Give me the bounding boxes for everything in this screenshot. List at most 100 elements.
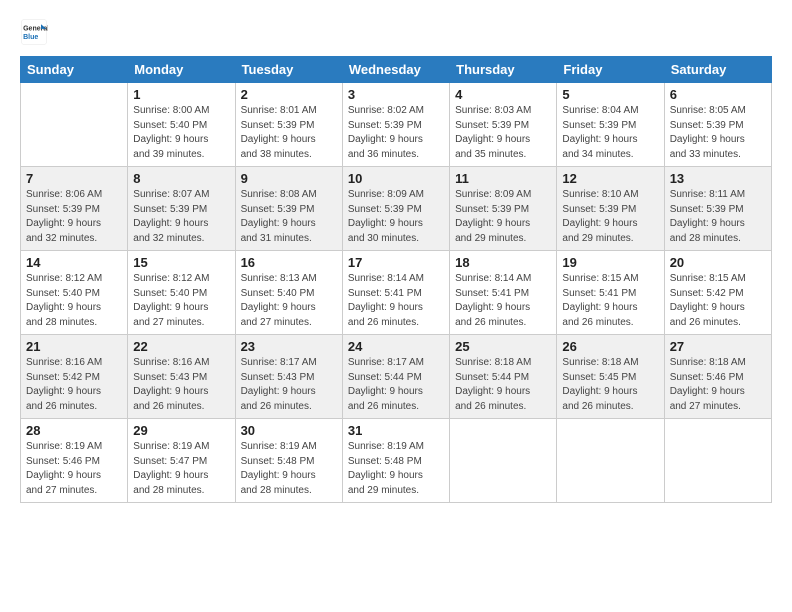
day-number: 6: [670, 87, 766, 102]
logo-icon: General Blue: [20, 18, 48, 46]
weekday-header-sunday: Sunday: [21, 57, 128, 83]
calendar-cell: 26Sunrise: 8:18 AM Sunset: 5:45 PM Dayli…: [557, 335, 664, 419]
day-number: 29: [133, 423, 229, 438]
day-number: 28: [26, 423, 122, 438]
calendar-cell: 21 Sunrise: 8:16 AM Sunset: 5:42 PM Dayli…: [21, 335, 128, 419]
day-info: Sunrise: 8:01 AM Sunset: 5:39 PM Dayligh…: [241, 104, 337, 162]
calendar-cell: 7 Sunrise: 8:06 AM Sunset: 5:39 PM Daylig…: [21, 167, 128, 251]
logo: General Blue: [20, 18, 48, 46]
weekday-header-tuesday: Tuesday: [235, 57, 342, 83]
calendar-cell: 31Sunrise: 8:19 AM Sunset: 5:48 PM Dayli…: [342, 419, 449, 503]
weekday-header-wednesday: Wednesday: [342, 57, 449, 83]
day-info: Sunrise: 8:18 AM Sunset: 5:45 PM Dayligh…: [562, 356, 658, 414]
day-info: Sunrise: 8:12 AM Sunset: 5:40 PM Dayligh…: [26, 272, 122, 330]
calendar-cell: 23 Sunrise: 8:17 AM Sunset: 5:43 PM Dayli…: [235, 335, 342, 419]
calendar-week-row: 21 Sunrise: 8:16 AM Sunset: 5:42 PM Dayli…: [21, 335, 772, 419]
day-number: 18: [455, 255, 551, 270]
day-info: Sunrise: 8:17 AM Sunset: 5:43 PM Dayligh…: [241, 356, 337, 414]
day-info: Sunrise: 8:19 AM Sunset: 5:46 PM Dayligh…: [26, 440, 122, 498]
day-number: 22: [133, 339, 229, 354]
day-info: Sunrise: 8:16 AM Sunset: 5:42 PM Dayligh…: [26, 356, 122, 414]
day-number: 8: [133, 171, 229, 186]
day-number: 9: [241, 171, 337, 186]
day-info: Sunrise: 8:14 AM Sunset: 5:41 PM Dayligh…: [348, 272, 444, 330]
calendar-cell: 2Sunrise: 8:01 AM Sunset: 5:39 PM Daylig…: [235, 83, 342, 167]
day-info: Sunrise: 8:07 AM Sunset: 5:39 PM Dayligh…: [133, 188, 229, 246]
calendar-cell: 9Sunrise: 8:08 AM Sunset: 5:39 PM Daylig…: [235, 167, 342, 251]
calendar-cell: [557, 419, 664, 503]
day-info: Sunrise: 8:02 AM Sunset: 5:39 PM Dayligh…: [348, 104, 444, 162]
calendar-header-row: SundayMondayTuesdayWednesdayThursdayFrid…: [21, 57, 772, 83]
day-number: 19: [562, 255, 658, 270]
day-info: Sunrise: 8:18 AM Sunset: 5:46 PM Dayligh…: [670, 356, 766, 414]
day-number: 7: [26, 171, 122, 186]
calendar-cell: 13Sunrise: 8:11 AM Sunset: 5:39 PM Dayli…: [664, 167, 771, 251]
calendar-cell: 18Sunrise: 8:14 AM Sunset: 5:41 PM Dayli…: [450, 251, 557, 335]
calendar-week-row: 7 Sunrise: 8:06 AM Sunset: 5:39 PM Daylig…: [21, 167, 772, 251]
calendar-cell: [664, 419, 771, 503]
day-info: Sunrise: 8:19 AM Sunset: 5:47 PM Dayligh…: [133, 440, 229, 498]
calendar-table: SundayMondayTuesdayWednesdayThursdayFrid…: [20, 56, 772, 503]
day-info: Sunrise: 8:18 AM Sunset: 5:44 PM Dayligh…: [455, 356, 551, 414]
day-number: 12: [562, 171, 658, 186]
calendar-cell: 25 Sunrise: 8:18 AM Sunset: 5:44 PM Dayli…: [450, 335, 557, 419]
day-info: Sunrise: 8:06 AM Sunset: 5:39 PM Dayligh…: [26, 188, 122, 246]
calendar-cell: 20Sunrise: 8:15 AM Sunset: 5:42 PM Dayli…: [664, 251, 771, 335]
calendar-cell: 24Sunrise: 8:17 AM Sunset: 5:44 PM Dayli…: [342, 335, 449, 419]
calendar-cell: 16 Sunrise: 8:13 AM Sunset: 5:40 PM Dayli…: [235, 251, 342, 335]
calendar-cell: [21, 83, 128, 167]
day-info: Sunrise: 8:19 AM Sunset: 5:48 PM Dayligh…: [348, 440, 444, 498]
day-number: 23: [241, 339, 337, 354]
calendar-week-row: 14 Sunrise: 8:12 AM Sunset: 5:40 PM Dayli…: [21, 251, 772, 335]
calendar-cell: 6 Sunrise: 8:05 AM Sunset: 5:39 PM Daylig…: [664, 83, 771, 167]
day-info: Sunrise: 8:05 AM Sunset: 5:39 PM Dayligh…: [670, 104, 766, 162]
calendar-cell: 15 Sunrise: 8:12 AM Sunset: 5:40 PM Dayli…: [128, 251, 235, 335]
calendar-cell: 30Sunrise: 8:19 AM Sunset: 5:48 PM Dayli…: [235, 419, 342, 503]
day-info: Sunrise: 8:15 AM Sunset: 5:41 PM Dayligh…: [562, 272, 658, 330]
day-info: Sunrise: 8:12 AM Sunset: 5:40 PM Dayligh…: [133, 272, 229, 330]
day-info: Sunrise: 8:09 AM Sunset: 5:39 PM Dayligh…: [455, 188, 551, 246]
day-number: 17: [348, 255, 444, 270]
day-info: Sunrise: 8:13 AM Sunset: 5:40 PM Dayligh…: [241, 272, 337, 330]
calendar-week-row: 1 Sunrise: 8:00 AM Sunset: 5:40 PM Daylig…: [21, 83, 772, 167]
header: General Blue: [20, 18, 772, 46]
day-info: Sunrise: 8:03 AM Sunset: 5:39 PM Dayligh…: [455, 104, 551, 162]
calendar-cell: 1 Sunrise: 8:00 AM Sunset: 5:40 PM Daylig…: [128, 83, 235, 167]
calendar-cell: 12 Sunrise: 8:10 AM Sunset: 5:39 PM Dayli…: [557, 167, 664, 251]
day-number: 1: [133, 87, 229, 102]
day-info: Sunrise: 8:16 AM Sunset: 5:43 PM Dayligh…: [133, 356, 229, 414]
calendar-cell: 29 Sunrise: 8:19 AM Sunset: 5:47 PM Dayli…: [128, 419, 235, 503]
calendar-cell: [450, 419, 557, 503]
calendar-cell: 3 Sunrise: 8:02 AM Sunset: 5:39 PM Daylig…: [342, 83, 449, 167]
day-number: 13: [670, 171, 766, 186]
day-number: 14: [26, 255, 122, 270]
calendar-cell: 27Sunrise: 8:18 AM Sunset: 5:46 PM Dayli…: [664, 335, 771, 419]
calendar-cell: 4 Sunrise: 8:03 AM Sunset: 5:39 PM Daylig…: [450, 83, 557, 167]
day-number: 15: [133, 255, 229, 270]
weekday-header-saturday: Saturday: [664, 57, 771, 83]
day-info: Sunrise: 8:00 AM Sunset: 5:40 PM Dayligh…: [133, 104, 229, 162]
calendar-cell: 8 Sunrise: 8:07 AM Sunset: 5:39 PM Daylig…: [128, 167, 235, 251]
day-info: Sunrise: 8:19 AM Sunset: 5:48 PM Dayligh…: [241, 440, 337, 498]
weekday-header-friday: Friday: [557, 57, 664, 83]
day-number: 25: [455, 339, 551, 354]
day-info: Sunrise: 8:04 AM Sunset: 5:39 PM Dayligh…: [562, 104, 658, 162]
svg-text:General: General: [23, 25, 48, 32]
page: General Blue SundayMondayTuesdayWednesda…: [0, 0, 792, 612]
day-number: 20: [670, 255, 766, 270]
calendar-cell: 11Sunrise: 8:09 AM Sunset: 5:39 PM Dayli…: [450, 167, 557, 251]
day-info: Sunrise: 8:10 AM Sunset: 5:39 PM Dayligh…: [562, 188, 658, 246]
day-number: 16: [241, 255, 337, 270]
calendar-cell: 10Sunrise: 8:09 AM Sunset: 5:39 PM Dayli…: [342, 167, 449, 251]
svg-text:Blue: Blue: [23, 34, 38, 41]
day-number: 5: [562, 87, 658, 102]
calendar-cell: 14 Sunrise: 8:12 AM Sunset: 5:40 PM Dayli…: [21, 251, 128, 335]
calendar-week-row: 28 Sunrise: 8:19 AM Sunset: 5:46 PM Dayli…: [21, 419, 772, 503]
weekday-header-monday: Monday: [128, 57, 235, 83]
calendar-cell: 17 Sunrise: 8:14 AM Sunset: 5:41 PM Dayli…: [342, 251, 449, 335]
day-info: Sunrise: 8:17 AM Sunset: 5:44 PM Dayligh…: [348, 356, 444, 414]
calendar-cell: 22 Sunrise: 8:16 AM Sunset: 5:43 PM Dayli…: [128, 335, 235, 419]
day-number: 21: [26, 339, 122, 354]
day-number: 4: [455, 87, 551, 102]
day-number: 3: [348, 87, 444, 102]
